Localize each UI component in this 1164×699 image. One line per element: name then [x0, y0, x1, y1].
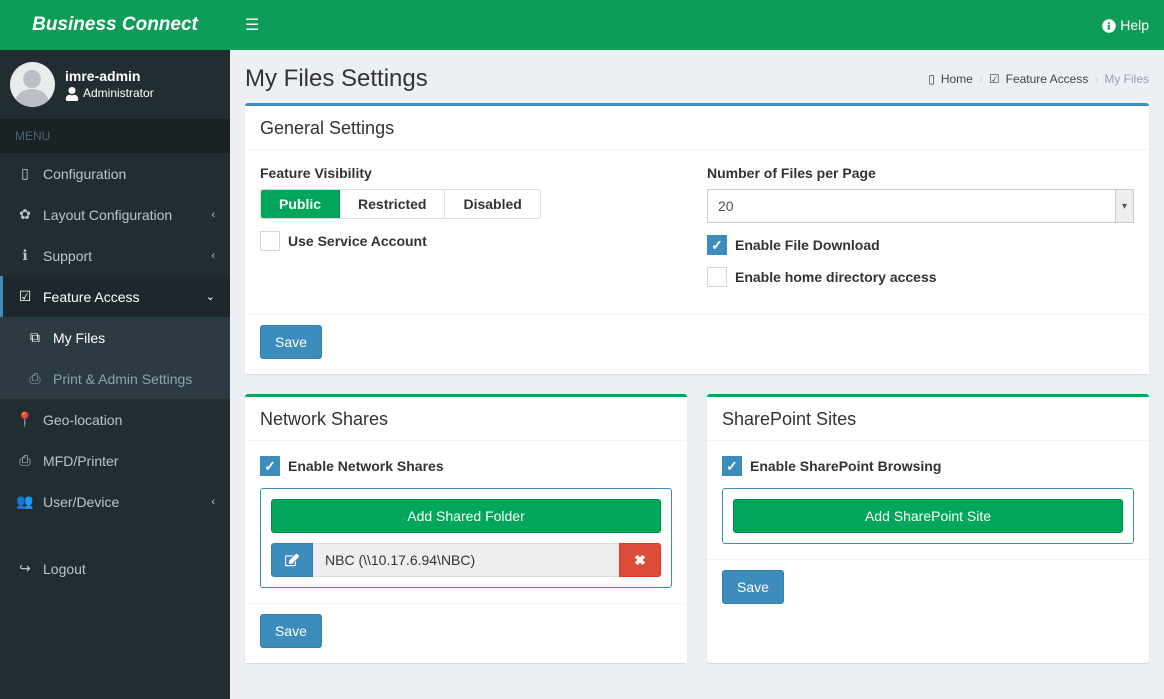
sidebar: Business Connect imre-admin Administrato…	[0, 0, 230, 699]
breadcrumb-home[interactable]: Home	[941, 72, 973, 86]
sidebar-item-support[interactable]: ℹ Support ‹	[0, 235, 230, 276]
hamburger-icon[interactable]: ☰	[245, 15, 259, 35]
help-link[interactable]: Help	[1102, 17, 1149, 33]
check-square-icon: ☑	[15, 288, 35, 305]
enable-download-label: Enable File Download	[735, 237, 880, 253]
chevron-down-icon: ▾	[1115, 190, 1133, 222]
enable-sharepoint-checkbox[interactable]: ✓	[722, 456, 742, 476]
content-header: My Files Settings ▯ Home › ☑ Feature Acc…	[230, 50, 1164, 103]
pin-icon: 📍	[15, 411, 35, 428]
tablet-icon: ▯	[928, 72, 935, 86]
user-role: Administrator	[65, 86, 154, 101]
breadcrumb-current: My Files	[1104, 72, 1149, 86]
topbar: ☰ Help	[230, 0, 1164, 50]
share-item: NBC (\\10.17.6.94\NBC) ✖	[271, 543, 661, 577]
page-title: My Files Settings	[245, 65, 428, 93]
sharepoint-save-button[interactable]: Save	[722, 570, 784, 604]
sidebar-item-layout[interactable]: ✿ Layout Configuration ‹	[0, 194, 230, 235]
enable-home-checkbox[interactable]	[707, 267, 727, 287]
add-shared-folder-button[interactable]: Add Shared Folder	[271, 499, 661, 533]
sidebar-item-logout[interactable]: ↪ Logout	[0, 548, 230, 589]
visibility-public[interactable]: Public	[261, 190, 340, 218]
general-save-button[interactable]: Save	[260, 325, 322, 359]
sidebar-item-geo[interactable]: 📍 Geo-location	[0, 399, 230, 440]
pencil-icon	[285, 553, 299, 567]
avatar	[10, 62, 55, 107]
breadcrumb: ▯ Home › ☑ Feature Access › My Files	[928, 72, 1149, 86]
menu-header: MENU	[0, 119, 230, 153]
share-name: NBC (\\10.17.6.94\NBC)	[313, 543, 619, 577]
user-name: imre-admin	[65, 68, 154, 84]
delete-share-button[interactable]: ✖	[619, 543, 661, 577]
chevron-left-icon: ‹	[211, 250, 215, 262]
visibility-disabled[interactable]: Disabled	[445, 190, 539, 218]
printer-icon: ⎙	[25, 370, 45, 387]
network-shares-box: Network Shares ✓ Enable Network Shares A…	[245, 394, 687, 663]
check-square-icon: ☑	[989, 72, 1000, 86]
visibility-restricted[interactable]: Restricted	[340, 190, 445, 218]
gear-icon: ✿	[15, 206, 35, 223]
chevron-left-icon: ‹	[211, 209, 215, 221]
use-service-checkbox[interactable]	[260, 231, 280, 251]
visibility-toggle: Public Restricted Disabled	[260, 189, 541, 219]
user-panel: imre-admin Administrator	[0, 50, 230, 119]
sharepoint-box: SharePoint Sites ✓ Enable SharePoint Bro…	[707, 394, 1149, 663]
use-service-label: Use Service Account	[288, 233, 427, 249]
sidebar-item-print-admin[interactable]: ⎙ Print & Admin Settings	[0, 358, 230, 399]
files-per-page-label: Number of Files per Page	[707, 165, 1134, 181]
general-settings-title: General Settings	[260, 118, 1134, 139]
enable-download-checkbox[interactable]: ✓	[707, 235, 727, 255]
main: ☰ Help My Files Settings ▯ Home › ☑ Feat…	[230, 0, 1164, 699]
help-icon	[1102, 17, 1116, 33]
sidebar-item-user-device[interactable]: 👥 User/Device ‹	[0, 481, 230, 522]
files-per-page-select[interactable]: 20 ▾	[707, 189, 1134, 223]
edit-share-button[interactable]	[271, 543, 313, 577]
chevron-left-icon: ‹	[211, 496, 215, 508]
logout-icon: ↪	[15, 560, 35, 577]
info-icon: ℹ	[15, 247, 35, 264]
user-icon	[65, 86, 79, 101]
copy-icon: ⧉	[25, 329, 45, 346]
brand-logo: Business Connect	[0, 0, 230, 50]
sidebar-item-feature-access[interactable]: ☑ Feature Access ⌄	[0, 276, 230, 317]
breadcrumb-feature-access[interactable]: Feature Access	[1006, 72, 1089, 86]
sidebar-item-configuration[interactable]: ▯ Configuration	[0, 153, 230, 194]
sidebar-item-mfd[interactable]: ⎙ MFD/Printer	[0, 440, 230, 481]
users-icon: 👥	[15, 493, 35, 510]
tablet-icon: ▯	[15, 165, 35, 182]
close-icon: ✖	[634, 552, 646, 569]
add-sharepoint-button[interactable]: Add SharePoint Site	[733, 499, 1123, 533]
sharepoint-title: SharePoint Sites	[722, 409, 1134, 430]
enable-home-label: Enable home directory access	[735, 269, 937, 285]
sharepoint-panel: Add SharePoint Site	[722, 488, 1134, 544]
sidebar-item-my-files[interactable]: ⧉ My Files	[0, 317, 230, 358]
visibility-label: Feature Visibility	[260, 165, 687, 181]
enable-shares-label: Enable Network Shares	[288, 458, 444, 474]
general-settings-box: General Settings Feature Visibility Publ…	[245, 103, 1149, 374]
enable-sharepoint-label: Enable SharePoint Browsing	[750, 458, 941, 474]
chevron-down-icon: ⌄	[206, 290, 215, 303]
enable-shares-checkbox[interactable]: ✓	[260, 456, 280, 476]
shares-panel: Add Shared Folder NBC (\\10.17.6.94\NBC)…	[260, 488, 672, 588]
printer-icon: ⎙	[15, 452, 35, 469]
shares-save-button[interactable]: Save	[260, 614, 322, 648]
network-shares-title: Network Shares	[260, 409, 672, 430]
